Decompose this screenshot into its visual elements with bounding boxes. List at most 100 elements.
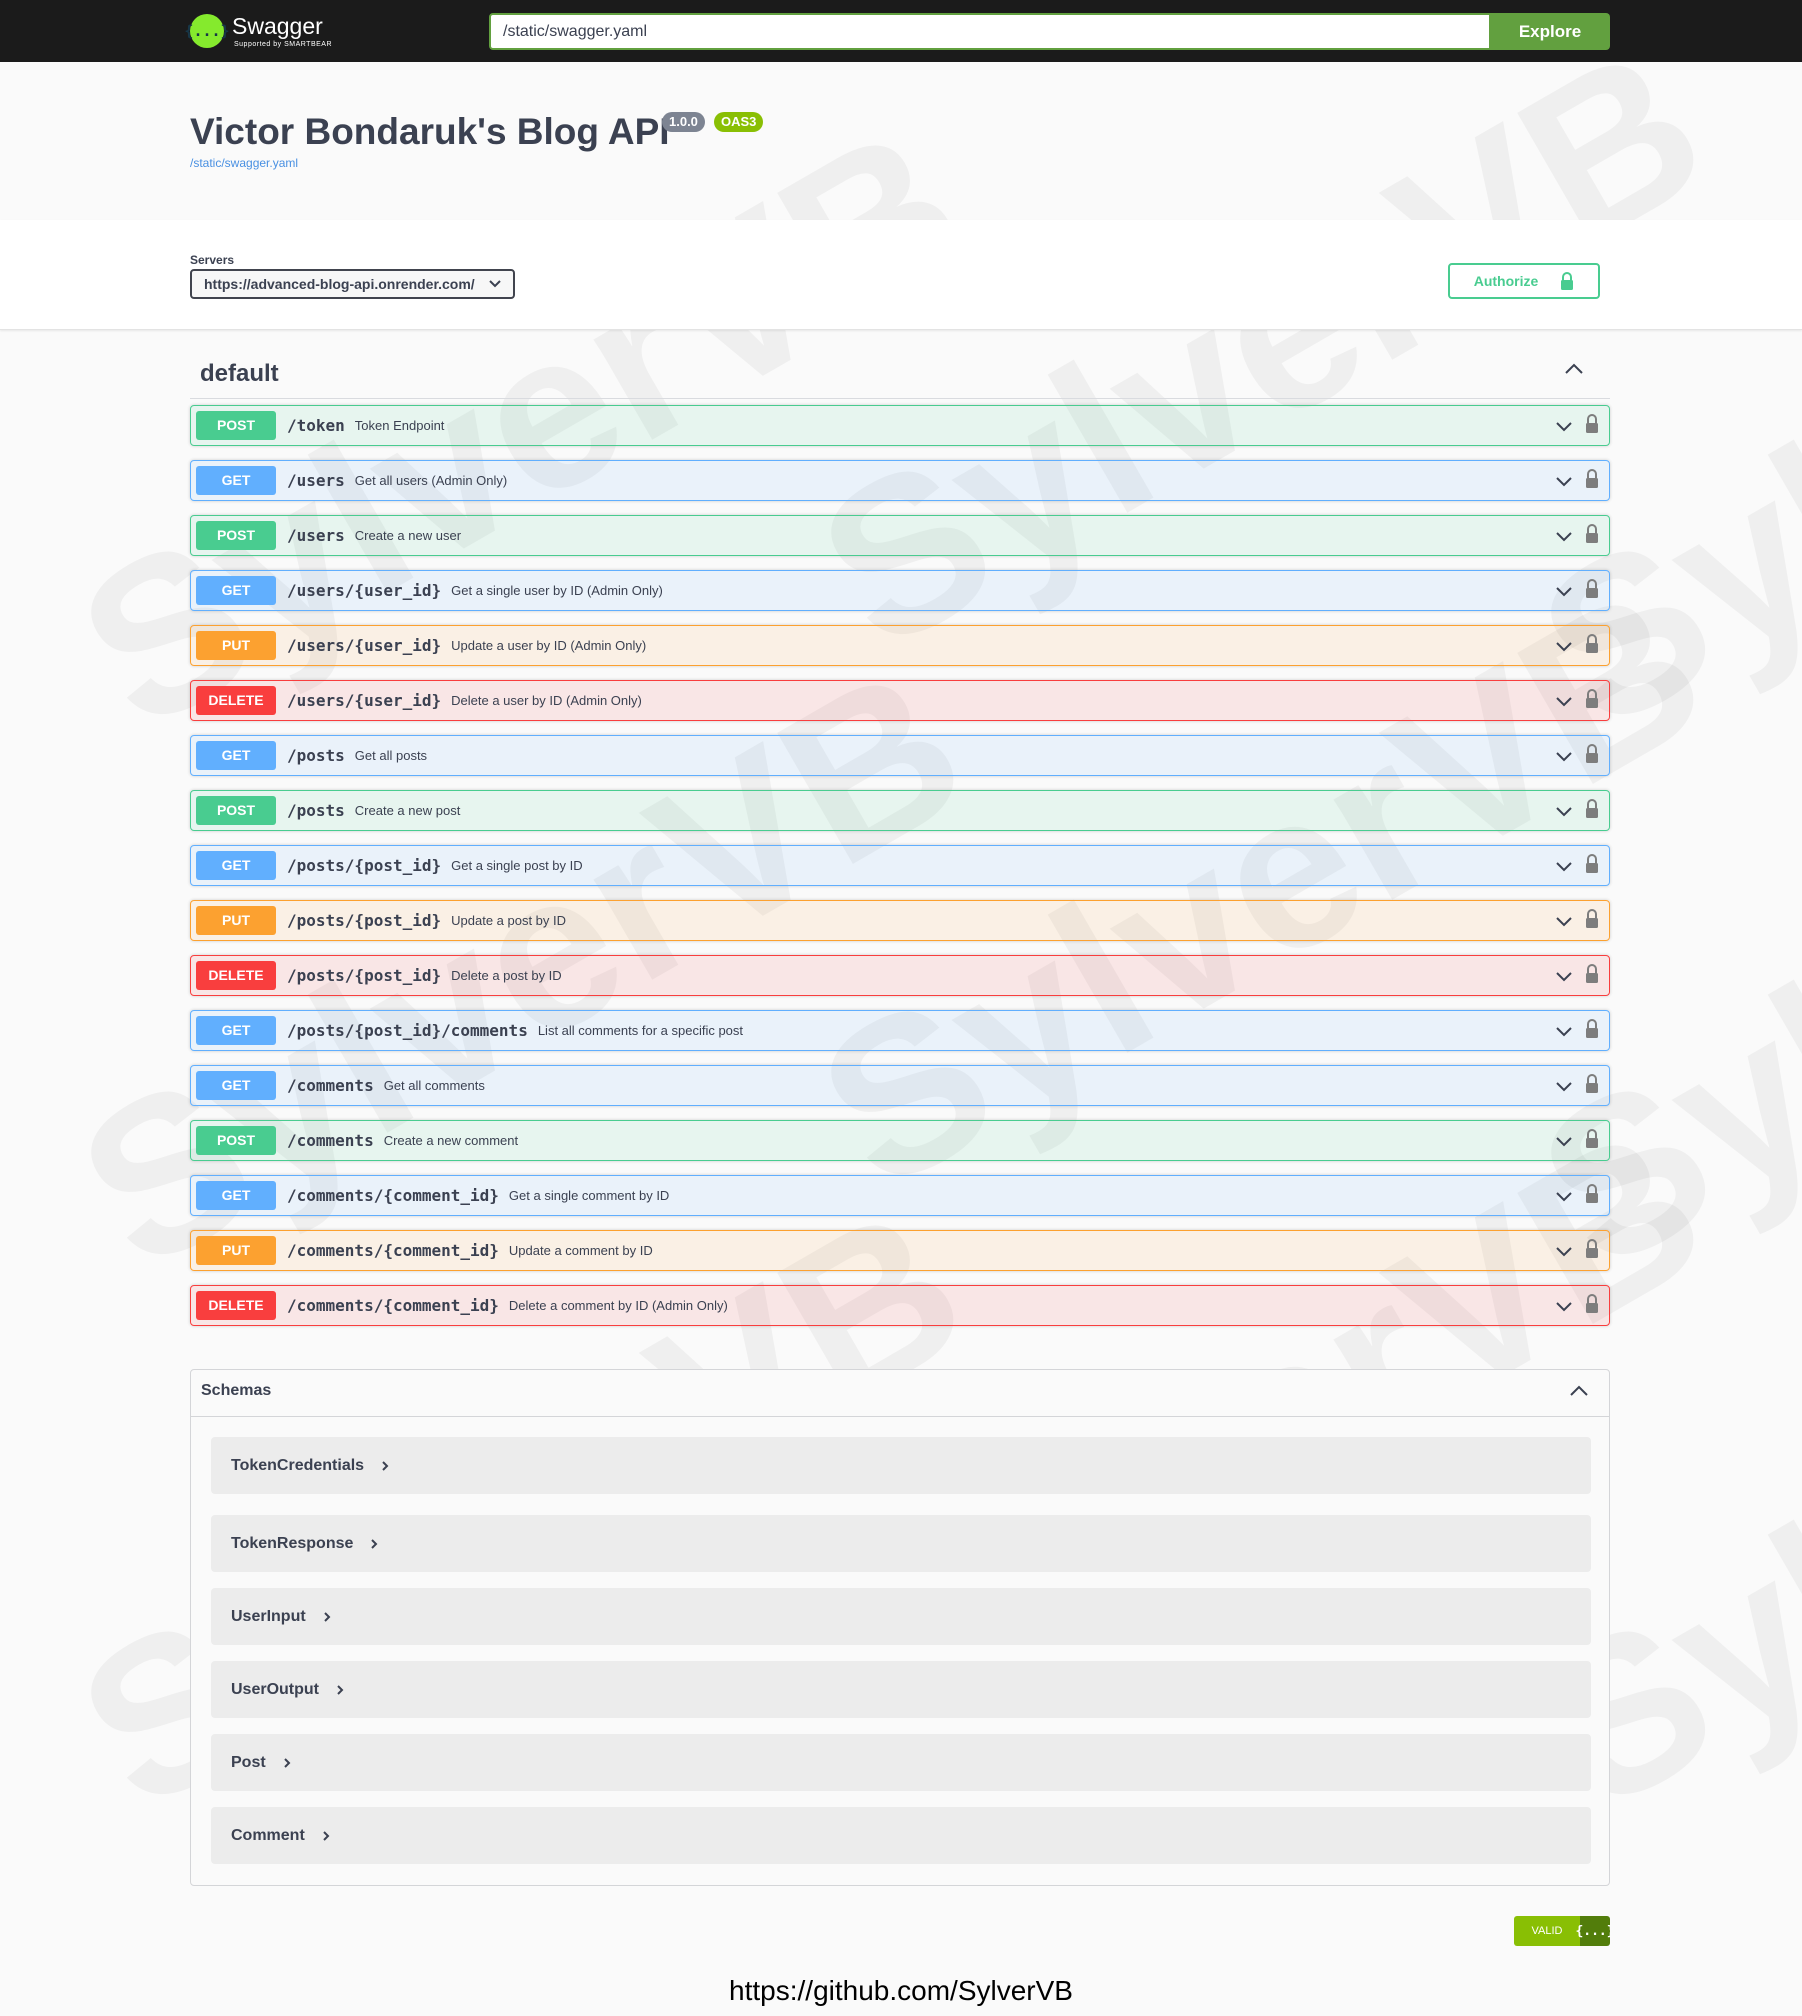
chevron-down-icon[interactable] <box>1555 912 1573 930</box>
chevron-down-icon[interactable] <box>1555 1297 1573 1315</box>
schema-model-name: TokenResponse <box>231 1534 354 1552</box>
lock-icon[interactable] <box>1585 1019 1599 1039</box>
footer-url: https://github.com/SylverVB <box>729 1975 1073 2006</box>
schema-model[interactable]: UserInput <box>211 1588 1591 1645</box>
schema-model[interactable]: UserOutput <box>211 1661 1591 1718</box>
operation-row[interactable]: POST /users Create a new user <box>190 515 1610 556</box>
chevron-down-icon[interactable] <box>1555 637 1573 655</box>
method-badge: GET <box>196 851 276 880</box>
method-badge: POST <box>196 411 276 440</box>
lock-icon[interactable] <box>1585 634 1599 654</box>
operation-row[interactable]: GET /posts/{post_id} Get a single post by… <box>190 845 1610 886</box>
method-badge: GET <box>196 576 276 605</box>
lock-icon[interactable] <box>1585 799 1599 819</box>
schema-model-name: TokenCredentials <box>231 1456 365 1474</box>
chevron-down-icon[interactable] <box>1555 857 1573 875</box>
operation-row[interactable]: POST /comments Create a new comment <box>190 1120 1610 1161</box>
operation-path: /posts/{post_id} <box>287 856 442 875</box>
method-badge: POST <box>196 1126 276 1155</box>
version-badge: 1.0.0 <box>662 112 705 132</box>
schema-model[interactable]: TokenResponse <box>211 1515 1591 1572</box>
operation-path: /posts/{post_id} <box>287 911 442 930</box>
operation-path: /posts <box>287 801 345 820</box>
chevron-up-icon[interactable] <box>1564 362 1584 376</box>
operation-path: /users/{user_id} <box>287 581 442 600</box>
chevron-down-icon[interactable] <box>1555 747 1573 765</box>
servers-select[interactable]: https://advanced-blog-api.onrender.com/ <box>190 269 515 299</box>
lock-icon[interactable] <box>1585 1129 1599 1149</box>
swagger-logo-icon: {...} <box>184 14 230 48</box>
operation-row[interactable]: PUT /users/{user_id} Update a user by ID … <box>190 625 1610 666</box>
explore-button[interactable]: Explore <box>1490 13 1610 50</box>
chevron-down-icon[interactable] <box>1555 802 1573 820</box>
operation-path: /comments/{comment_id} <box>287 1296 499 1315</box>
schemas-header[interactable]: Schemas <box>191 1370 1609 1417</box>
chevron-down-icon[interactable] <box>1555 967 1573 985</box>
operation-row[interactable]: GET /users Get all users (Admin Only) <box>190 460 1610 501</box>
chevron-up-icon[interactable] <box>1569 1384 1589 1398</box>
lock-icon[interactable] <box>1585 469 1599 489</box>
method-badge: POST <box>196 796 276 825</box>
spec-url-input[interactable] <box>489 13 1491 50</box>
chevron-down-icon[interactable] <box>1555 1022 1573 1040</box>
lock-icon[interactable] <box>1585 1294 1599 1314</box>
method-badge: GET <box>196 1016 276 1045</box>
chevron-down-icon[interactable] <box>1555 527 1573 545</box>
operation-row[interactable]: GET /comments Get all comments <box>190 1065 1610 1106</box>
chevron-down-icon[interactable] <box>1555 1077 1573 1095</box>
operation-row[interactable]: DELETE /comments/{comment_id} Delete a co… <box>190 1285 1610 1326</box>
chevron-down-icon[interactable] <box>1555 1132 1573 1150</box>
lock-icon[interactable] <box>1585 524 1599 544</box>
operation-row[interactable]: GET /posts/{post_id}/comments List all co… <box>190 1010 1610 1051</box>
operation-row[interactable]: GET /users/{user_id} Get a single user by… <box>190 570 1610 611</box>
operation-path: /posts/{post_id} <box>287 966 442 985</box>
validator-badge[interactable]: VALID {...} <box>1514 1916 1610 1946</box>
lock-icon[interactable] <box>1585 1074 1599 1094</box>
lock-icon[interactable] <box>1585 1239 1599 1259</box>
lock-icon[interactable] <box>1585 854 1599 874</box>
page-title: Victor Bondaruk's Blog API <box>190 111 670 152</box>
chevron-down-icon[interactable] <box>1555 1187 1573 1205</box>
chevron-down-icon[interactable] <box>1555 582 1573 600</box>
schema-model-name: Post <box>231 1753 266 1771</box>
lock-icon[interactable] <box>1585 1184 1599 1204</box>
operation-row[interactable]: DELETE /users/{user_id} Delete a user by … <box>190 680 1610 721</box>
chevron-down-icon[interactable] <box>1555 417 1573 435</box>
operation-path: /users/{user_id} <box>287 636 442 655</box>
method-badge: PUT <box>196 631 276 660</box>
lock-icon[interactable] <box>1585 909 1599 929</box>
tag-header-default[interactable]: default <box>190 352 1610 399</box>
schema-model[interactable]: TokenCredentials <box>211 1437 1591 1494</box>
operation-row[interactable]: DELETE /posts/{post_id} Delete a post by … <box>190 955 1610 996</box>
schema-model[interactable]: Post <box>211 1734 1591 1791</box>
operation-row[interactable]: POST /posts Create a new post <box>190 790 1610 831</box>
lock-icon[interactable] <box>1585 964 1599 984</box>
operation-path: /users <box>287 471 345 490</box>
authorize-button[interactable]: Authorize <box>1448 263 1600 299</box>
lock-icon[interactable] <box>1585 689 1599 709</box>
operation-row[interactable]: PUT /comments/{comment_id} Update a comme… <box>190 1230 1610 1271</box>
operation-row[interactable]: POST /token Token Endpoint <box>190 405 1610 446</box>
swagger-logo[interactable]: {...} Swagger Supported by SMARTBEAR <box>184 11 333 51</box>
chevron-down-icon[interactable] <box>1555 1242 1573 1260</box>
schema-model[interactable]: Comment <box>211 1807 1591 1864</box>
operation-row[interactable]: PUT /posts/{post_id} Update a post by ID <box>190 900 1610 941</box>
logo-subtitle: Supported by SMARTBEAR <box>234 40 333 48</box>
operation-row[interactable]: GET /posts Get all posts <box>190 735 1610 776</box>
spec-link[interactable]: /static/swagger.yaml <box>190 156 298 170</box>
servers-label: Servers <box>190 253 235 267</box>
chevron-down-icon[interactable] <box>1555 472 1573 490</box>
oas-badge: OAS3 <box>714 112 764 132</box>
operation-summary: Get a single user by ID (Admin Only) <box>451 583 663 598</box>
lock-icon[interactable] <box>1585 744 1599 764</box>
logo-title: Swagger <box>232 12 323 39</box>
operation-row[interactable]: GET /comments/{comment_id} Get a single c… <box>190 1175 1610 1216</box>
chevron-down-icon[interactable] <box>1555 692 1573 710</box>
lock-icon[interactable] <box>1585 579 1599 599</box>
validator-icon: {...} <box>1575 1916 1610 1946</box>
chevron-right-icon <box>371 1538 378 1549</box>
schema-model-name: Comment <box>231 1826 305 1844</box>
method-badge: POST <box>196 521 276 550</box>
operation-summary: Update a comment by ID <box>508 1243 653 1258</box>
lock-icon[interactable] <box>1585 414 1599 434</box>
